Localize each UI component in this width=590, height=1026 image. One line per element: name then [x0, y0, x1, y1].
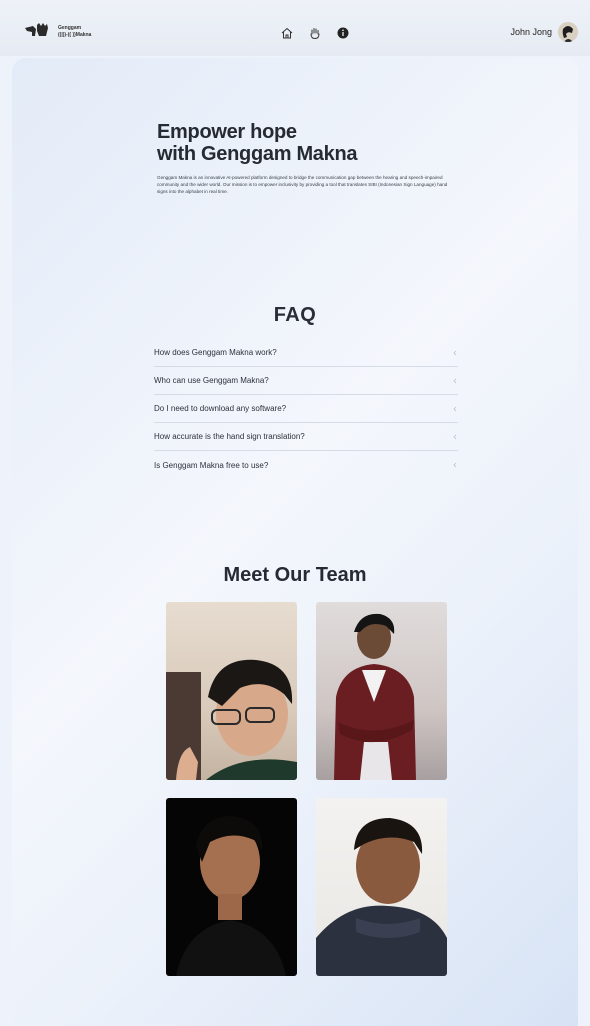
- home-icon[interactable]: [280, 26, 294, 40]
- top-navbar: Genggam ((|))-(( ))Makna John Jong: [0, 0, 590, 56]
- faq-item[interactable]: How does Genggam Makna work?: [154, 339, 458, 367]
- team-title: Meet Our Team: [223, 564, 367, 586]
- chevron-left-icon: [453, 434, 457, 439]
- main-nav: [280, 26, 350, 40]
- chevron-left-icon: [453, 378, 457, 383]
- hero-section: Empower hope with Genggam Makna Genggam …: [157, 121, 457, 195]
- team-member-photo: [316, 798, 447, 976]
- faq-item[interactable]: Who can use Genggam Makna?: [154, 367, 458, 395]
- logo[interactable]: Genggam ((|))-(( ))Makna: [24, 22, 91, 42]
- avatar[interactable]: [558, 22, 578, 42]
- faq-question: Do I need to download any software?: [154, 404, 287, 413]
- team-member-3-image: [176, 816, 286, 976]
- info-icon[interactable]: [336, 26, 350, 40]
- faq-question: How does Genggam Makna work?: [154, 348, 277, 357]
- faq-item[interactable]: Is Genggam Makna free to use?: [154, 451, 458, 479]
- user-name: John Jong: [510, 27, 552, 37]
- chevron-left-icon: [453, 462, 457, 468]
- chevron-left-icon: [453, 406, 457, 411]
- logo-line-1: Genggam: [58, 25, 82, 31]
- hero-description: Genggam Makna is an innovative AI-powere…: [157, 175, 448, 194]
- team-member-photo: [166, 798, 297, 976]
- faq-question: Who can use Genggam Makna?: [154, 376, 269, 385]
- chevron-left-icon: [453, 350, 457, 355]
- team-member-4-image: [316, 818, 447, 976]
- team-member-1-image: [166, 659, 297, 780]
- faq-question: How accurate is the hand sign translatio…: [154, 432, 305, 441]
- faq-list: How does Genggam Makna work? Who can use…: [154, 339, 458, 479]
- faq-item[interactable]: Do I need to download any software?: [154, 395, 458, 423]
- hand-icon[interactable]: [308, 26, 322, 40]
- faq-question: Is Genggam Makna free to use?: [154, 460, 269, 470]
- team-member-photo: [316, 602, 447, 780]
- hands-logo-icon: [25, 23, 48, 36]
- faq-item[interactable]: How accurate is the hand sign translatio…: [154, 423, 458, 451]
- team-member-2-image: [334, 613, 416, 780]
- logo-line-2: ((|))-(( ))Makna: [58, 32, 92, 38]
- faq-title: FAQ: [273, 304, 317, 326]
- user-menu[interactable]: John Jong: [510, 22, 578, 42]
- team-member-photo: [166, 602, 297, 780]
- hero-title: Empower hope with Genggam Makna: [157, 121, 358, 165]
- avatar-image-icon: [558, 22, 578, 42]
